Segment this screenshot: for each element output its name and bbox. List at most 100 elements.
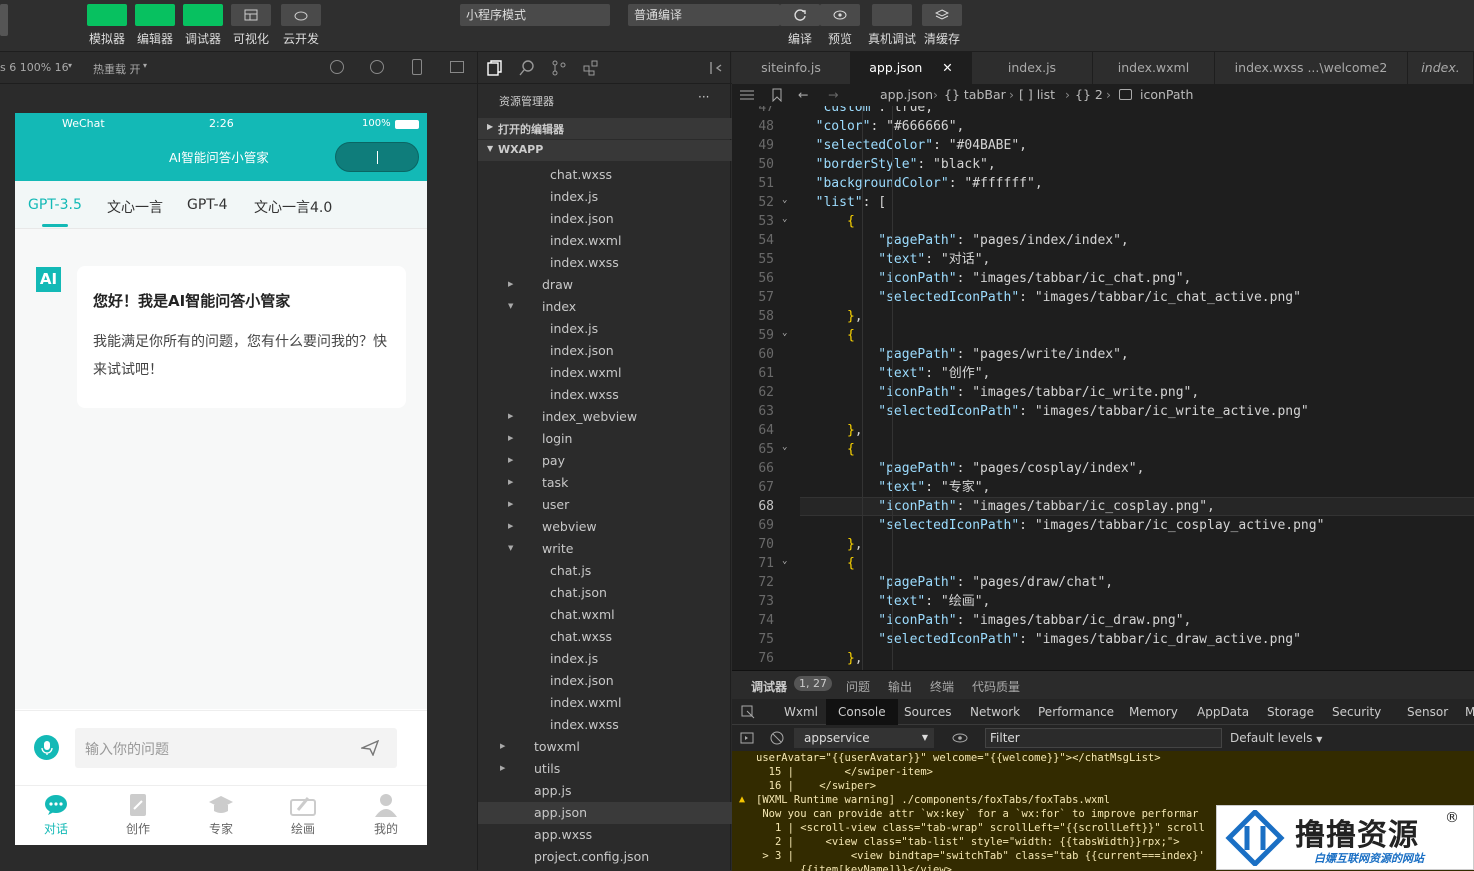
fold-chevron-icon[interactable]: ⌄ xyxy=(782,195,787,205)
tab-memory[interactable]: Memory xyxy=(1129,705,1178,719)
window-icon[interactable] xyxy=(450,61,464,73)
mode-select[interactable]: 小程序模式 xyxy=(460,4,610,26)
more-actions-icon[interactable]: ··· xyxy=(698,90,709,104)
tab-gpt35[interactable]: GPT-3.5 xyxy=(28,197,82,213)
editor-button[interactable]: 编辑器 xyxy=(135,4,175,48)
source-control-icon[interactable] xyxy=(551,60,567,76)
close-icon[interactable]: ✕ xyxy=(942,60,952,75)
tree-file[interactable]: index.wxss xyxy=(550,384,619,406)
breadcrumb-tabbar[interactable]: {} tabBar xyxy=(944,84,1006,106)
chevron-right-icon[interactable]: ▶ xyxy=(508,478,513,486)
tree-file[interactable]: index.wxml xyxy=(550,362,621,384)
tabbar-item-write[interactable]: 创作 xyxy=(108,792,168,837)
breadcrumb-index[interactable]: {} 2 xyxy=(1075,84,1103,106)
tree-file[interactable]: index.json xyxy=(550,340,614,362)
debugger-button[interactable]: 调试器 xyxy=(183,4,223,48)
chevron-right-icon[interactable]: ▶ xyxy=(508,456,513,464)
tab-sensor[interactable]: Sensor xyxy=(1407,705,1448,719)
open-editors-section[interactable]: ▶ 打开的编辑器 xyxy=(478,118,732,139)
wxapp-section[interactable]: ▼ WXAPP xyxy=(478,140,732,161)
tab-app-json[interactable]: app.json ✕ xyxy=(851,52,972,84)
compile-select[interactable]: 普通编译 xyxy=(628,4,780,26)
tree-file[interactable]: app.wxss xyxy=(534,824,592,846)
tab-debugger[interactable]: 调试器 xyxy=(751,678,787,695)
chevron-right-icon[interactable]: ▶ xyxy=(508,434,513,442)
tab-output[interactable]: 输出 xyxy=(888,678,912,695)
tree-file[interactable]: index.json xyxy=(550,208,614,230)
code-content[interactable]: 47 "custom": true, 48 "color": "#666666",… xyxy=(732,106,1474,670)
simulator-button[interactable]: 模拟器 xyxy=(87,4,127,48)
tab-siteinfo[interactable]: siteinfo.js xyxy=(732,52,851,84)
tab-wenxin4[interactable]: 文心一言4.0 xyxy=(254,197,332,217)
chevron-down-icon[interactable]: ▼ xyxy=(508,302,513,310)
tree-file[interactable]: chat.js xyxy=(550,560,591,582)
context-select[interactable]: appservice ▼ xyxy=(794,728,934,748)
tree-file[interactable]: index.wxml xyxy=(550,230,621,252)
tree-file[interactable]: app.js xyxy=(534,780,572,802)
tab-performance[interactable]: Performance xyxy=(1038,705,1114,719)
hotreload-select[interactable]: 热重载 开 xyxy=(93,61,141,77)
bookmark-icon[interactable] xyxy=(772,88,782,102)
tab-wenxin[interactable]: 文心一言 xyxy=(107,197,163,217)
tree-folder[interactable]: user xyxy=(542,494,569,516)
tree-folder[interactable]: index xyxy=(542,296,576,318)
tab-problems[interactable]: 问题 xyxy=(846,678,870,695)
breadcrumb-list[interactable]: [ ] list xyxy=(1019,84,1055,106)
device-select[interactable]: s 6 100% 16 xyxy=(0,61,69,74)
phone-icon[interactable] xyxy=(412,59,422,75)
preview-button[interactable]: 预览 xyxy=(820,4,860,48)
tree-folder[interactable]: login xyxy=(542,428,572,450)
tabbar-item-me[interactable]: 我的 xyxy=(356,792,416,837)
tree-file[interactable]: chat.wxml xyxy=(550,604,615,626)
tree-file[interactable]: chat.wxss xyxy=(550,626,612,648)
tree-file[interactable]: chat.json xyxy=(550,582,607,604)
tab-appdata[interactable]: AppData xyxy=(1197,705,1249,719)
tree-file[interactable]: index.js xyxy=(550,648,598,670)
tab-storage[interactable]: Storage xyxy=(1267,705,1314,719)
clear-cache-button[interactable]: 清缓存 xyxy=(922,4,962,48)
collapse-panel-icon[interactable] xyxy=(709,61,723,75)
tab-console[interactable]: Console xyxy=(826,699,898,725)
tree-folder[interactable]: index_webview xyxy=(542,406,637,428)
chevron-right-icon[interactable]: ▶ xyxy=(508,500,513,508)
tab-index-more[interactable]: index. xyxy=(1408,52,1474,84)
microphone-icon[interactable] xyxy=(34,735,59,760)
chevron-down-icon[interactable]: ▼ xyxy=(508,544,513,552)
tree-folder[interactable]: pay xyxy=(542,450,565,472)
tabbar-item-draw[interactable]: 绘画 xyxy=(273,792,333,837)
fold-chevron-icon[interactable]: ⌄ xyxy=(782,328,787,338)
eye-icon[interactable] xyxy=(952,732,968,744)
filter-input[interactable]: Filter xyxy=(985,728,1222,748)
tab-index-js[interactable]: index.js xyxy=(972,52,1093,84)
tab-network[interactable]: Network xyxy=(970,705,1020,719)
search-icon[interactable] xyxy=(519,60,535,76)
breadcrumb-file[interactable]: app.json xyxy=(880,84,933,106)
sidebar-toggle-icon[interactable] xyxy=(740,732,754,744)
tree-folder[interactable]: task xyxy=(542,472,568,494)
files-icon[interactable] xyxy=(487,60,503,76)
tab-more[interactable]: M xyxy=(1465,705,1474,719)
tab-terminal[interactable]: 终端 xyxy=(930,678,954,695)
tree-file[interactable]: chat.wxss xyxy=(550,164,612,186)
tab-security[interactable]: Security xyxy=(1332,705,1381,719)
tree-folder[interactable]: draw xyxy=(542,274,573,296)
tree-file[interactable]: index.wxml xyxy=(550,692,621,714)
record-icon[interactable] xyxy=(370,60,384,74)
fold-chevron-icon[interactable]: ⌄ xyxy=(782,556,787,566)
breadcrumb-iconpath[interactable]: iconPath xyxy=(1140,84,1193,106)
inspect-icon[interactable] xyxy=(741,705,755,719)
tree-file[interactable]: index.js xyxy=(550,186,598,208)
extensions-icon[interactable] xyxy=(583,60,599,76)
remote-debug-button[interactable]: 真机调试 xyxy=(868,4,916,48)
question-input[interactable]: 输入你的问题 xyxy=(75,728,397,768)
fold-chevron-icon[interactable]: ⌄ xyxy=(782,214,787,224)
tree-folder[interactable]: webview xyxy=(542,516,597,538)
forward-arrow-icon[interactable]: → xyxy=(828,84,838,106)
tree-folder[interactable]: write xyxy=(542,538,573,560)
capsule-menu-button[interactable] xyxy=(335,142,419,172)
log-levels-select[interactable]: Default levels ▼ xyxy=(1230,731,1322,745)
tab-index-wxss[interactable]: index.wxss ...\welcome2 xyxy=(1215,52,1408,84)
send-icon[interactable] xyxy=(361,740,379,756)
tab-wxml[interactable]: Wxml xyxy=(784,705,818,719)
fold-chevron-icon[interactable]: ⌄ xyxy=(782,442,787,452)
